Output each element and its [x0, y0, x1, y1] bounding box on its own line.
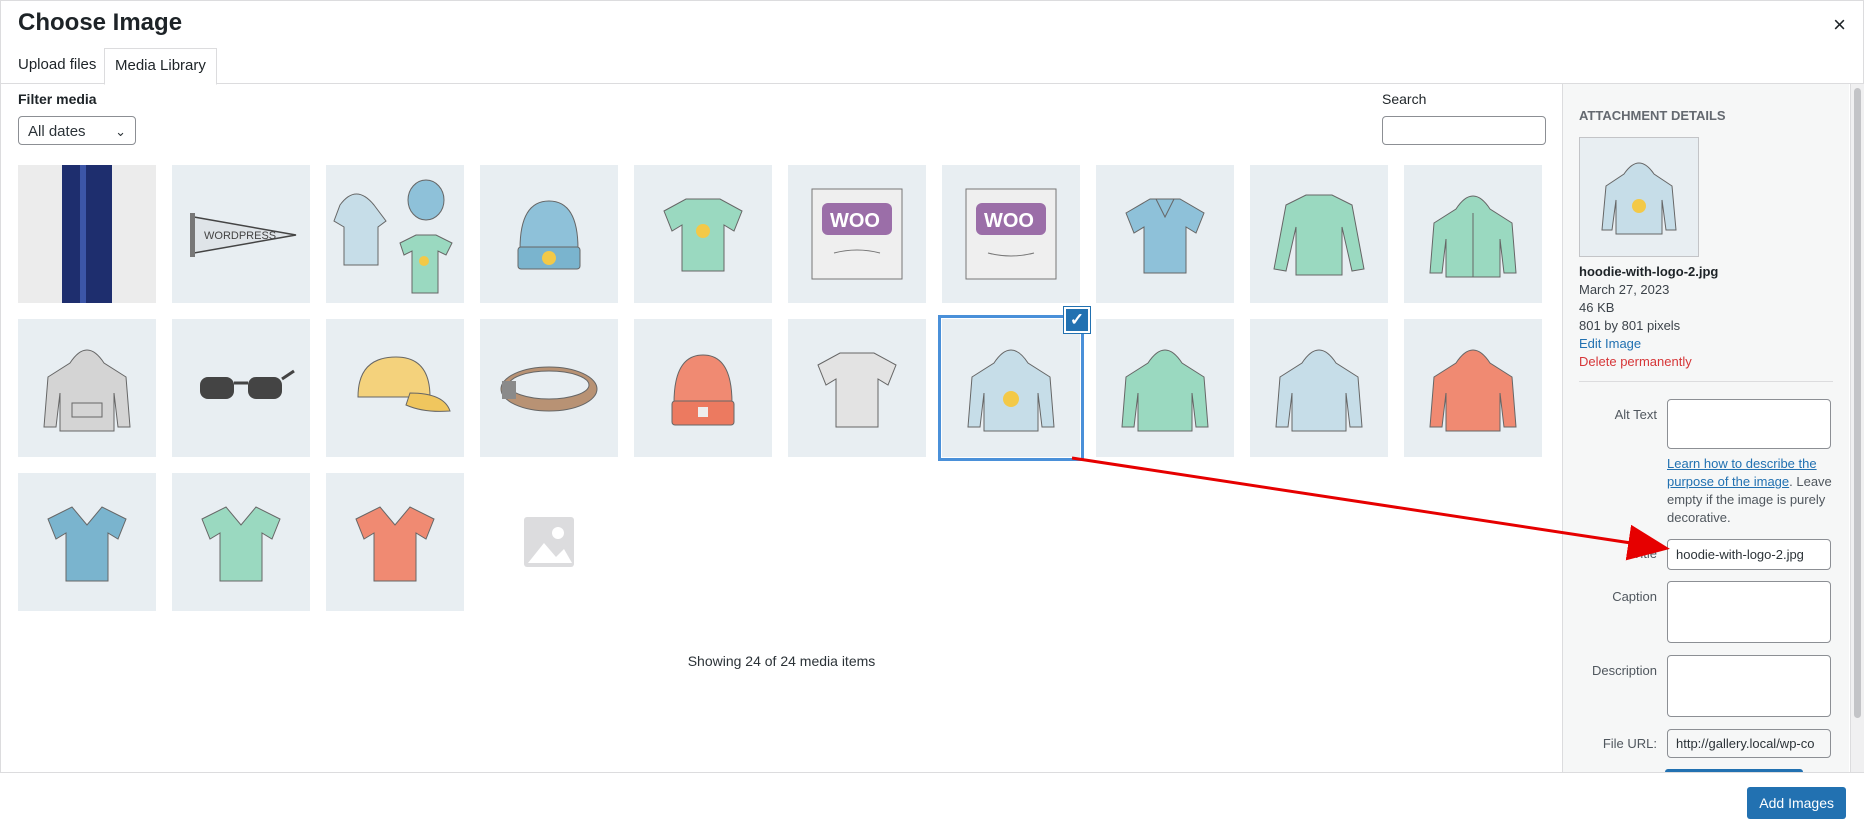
media-item-tshirt-grey[interactable] [788, 319, 926, 457]
details-scrollbar[interactable] [1850, 84, 1864, 772]
media-item-vneck-red[interactable] [326, 473, 464, 611]
media-item-beanie-red[interactable] [634, 319, 772, 457]
media-count: Showing 24 of 24 media items [687, 653, 876, 669]
add-images-button[interactable]: Add Images [1747, 787, 1846, 819]
media-item-woo-single[interactable]: WOO [788, 165, 926, 303]
close-icon[interactable]: × [1833, 12, 1846, 38]
media-item-placeholder[interactable] [480, 473, 618, 611]
file-url-field[interactable]: http://gallery.local/wp-co [1667, 729, 1831, 758]
filter-media-label: Filter media [18, 91, 97, 107]
description-label: Description [1591, 663, 1657, 678]
description-field[interactable] [1667, 655, 1831, 717]
media-item-hoodie-red[interactable] [1404, 319, 1542, 457]
attachment-details-heading: Attachment Details [1579, 108, 1726, 123]
title-label: Title [1632, 546, 1657, 561]
date-filter-value: All dates [28, 123, 86, 140]
attachment-size: 46 KB [1579, 300, 1615, 315]
media-item-hoodie-blue[interactable] [1250, 319, 1388, 457]
attachment-filename: hoodie-with-logo-2.jpg [1579, 264, 1719, 279]
svg-text:WORDPRESS: WORDPRESS [204, 230, 276, 242]
scrollbar-thumb[interactable] [1854, 88, 1861, 718]
modal-footer: Add Images [0, 772, 1864, 833]
attachment-thumbnail [1579, 137, 1699, 257]
media-item-woo-album[interactable]: WOO [942, 165, 1080, 303]
attachment-details-panel: Attachment Details hoodie-with-logo-2.jp… [1562, 84, 1849, 772]
attachment-date: March 27, 2023 [1579, 282, 1670, 297]
caption-label: Caption [1612, 589, 1657, 604]
check-icon[interactable]: ✓ [1064, 307, 1090, 333]
chevron-down-icon: ⌄ [115, 124, 126, 139]
tab-media-library[interactable]: Media Library [104, 48, 217, 85]
search-label: Search [1382, 91, 1427, 107]
date-filter-select[interactable]: All dates ⌄ [18, 116, 136, 145]
media-item-hoodie-green[interactable] [1096, 319, 1234, 457]
details-divider [1579, 381, 1833, 382]
attachment-dimensions: 801 by 801 pixels [1579, 318, 1681, 333]
media-item-tshirt-with-logo[interactable] [634, 165, 772, 303]
media-item-hoodie-with-zipper[interactable] [1404, 165, 1542, 303]
edit-image-link[interactable]: Edit Image [1579, 336, 1641, 351]
svg-text:WOO: WOO [984, 210, 1034, 232]
media-item-vneck-blue[interactable] [18, 473, 156, 611]
media-item-sunglasses[interactable] [172, 319, 310, 457]
alt-text-field[interactable] [1667, 399, 1831, 449]
media-item-long-sleeve-tee[interactable] [1250, 165, 1388, 303]
file-url-label: File URL: [1602, 736, 1657, 751]
modal-title: Choose Image [18, 9, 183, 36]
media-item-polo[interactable] [1096, 165, 1234, 303]
media-item-vneck-green[interactable] [172, 473, 310, 611]
media-item-wordpress-pennant[interactable]: WORDPRESS [172, 165, 310, 303]
tab-upload-files[interactable]: Upload files [8, 48, 106, 82]
svg-text:WOO: WOO [830, 210, 880, 232]
media-item-belt[interactable] [480, 319, 618, 457]
media-tabs: Upload files Media Library [0, 46, 1864, 85]
media-item-beanie-with-logo[interactable] [480, 165, 618, 303]
alt-text-help: Learn how to describe the purpose of the… [1667, 455, 1833, 527]
media-item-vertical-banner[interactable] [18, 165, 156, 303]
media-item-hoodie-with-logo-2[interactable] [942, 319, 1080, 457]
delete-permanently-link[interactable]: Delete permanently [1579, 354, 1692, 369]
title-field[interactable]: hoodie-with-logo-2.jpg [1667, 539, 1831, 570]
media-item-hoodie-grey[interactable] [18, 319, 156, 457]
search-input[interactable] [1382, 116, 1546, 145]
media-item-logo-collection[interactable] [326, 165, 464, 303]
alt-text-label: Alt Text [1614, 407, 1657, 422]
media-item-cap[interactable] [326, 319, 464, 457]
caption-field[interactable] [1667, 581, 1831, 643]
